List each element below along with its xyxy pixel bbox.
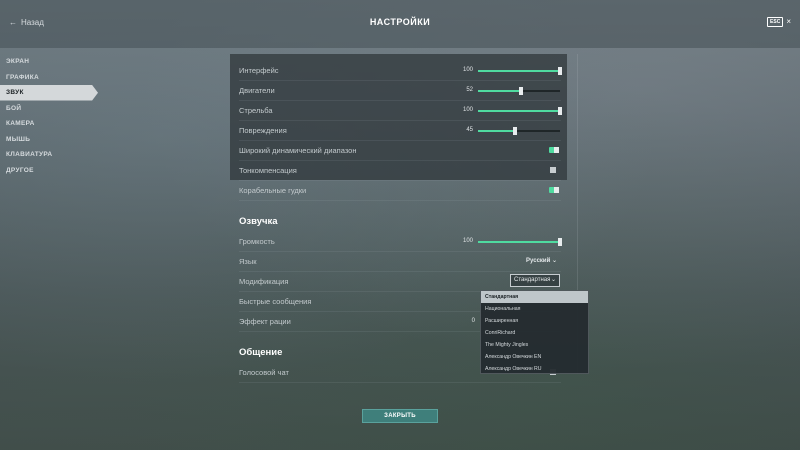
engines-volume-slider[interactable] — [478, 87, 560, 95]
slider-handle[interactable] — [518, 87, 523, 95]
close-button[interactable]: ЗАКРЫТЬ — [362, 409, 438, 423]
slider-fill — [478, 90, 521, 92]
setting-label: Модификация — [239, 277, 289, 286]
modification-dropdown: Стандартная Национальная Расширенная Con… — [480, 290, 589, 374]
language-select[interactable]: Русский ⌄ — [526, 257, 557, 264]
sidebar-item-camera[interactable]: КАМЕРА — [0, 116, 100, 132]
setting-label: Корабельные гудки — [239, 186, 307, 195]
sidebar-item-keyboard[interactable]: КЛАВИАТУРА — [0, 147, 100, 163]
sidebar-item-sound[interactable]: ЗВУК — [0, 85, 98, 101]
select-value: Стандартная — [514, 277, 551, 283]
slider-handle[interactable] — [558, 238, 562, 246]
setting-row-engines: Двигатели 52 — [239, 81, 561, 101]
dropdown-option[interactable]: Александр Овечкин EN — [481, 351, 588, 363]
setting-label: Повреждения — [239, 126, 287, 135]
section-title-voice: Озвучка — [239, 216, 278, 227]
slider-handle[interactable] — [558, 107, 562, 115]
slider-value: 100 — [462, 107, 473, 113]
sidebar-item-mouse[interactable]: МЫШЬ — [0, 132, 100, 148]
esc-close-button[interactable]: ESC × — [767, 17, 791, 27]
setting-row-language: Язык Русский ⌄ — [239, 252, 561, 272]
slider-fill — [478, 130, 515, 132]
setting-label: Широкий динамический диапазон — [239, 146, 357, 155]
setting-row-voice-volume: Громкость 100 — [239, 232, 562, 252]
setting-label: Двигатели — [239, 86, 275, 95]
section-title-comms: Общение — [239, 347, 283, 358]
sidebar-item-graphics[interactable]: ГРАФИКА — [0, 70, 100, 86]
esc-key-icon: ESC — [767, 17, 784, 27]
slider-value: 45 — [466, 127, 473, 133]
dropdown-option[interactable]: Расширенная — [481, 315, 588, 327]
slider-fill — [478, 110, 560, 112]
setting-row-tonecomp: Тонкомпенсация — [239, 161, 561, 181]
chevron-down-icon: ⌄ — [550, 277, 556, 283]
setting-label: Эффект рации — [239, 317, 291, 326]
wide-range-toggle[interactable] — [549, 147, 559, 153]
setting-row-wide-range: Широкий динамический диапазон — [239, 141, 561, 161]
toggle-knob — [554, 187, 559, 193]
chevron-down-icon: ⌄ — [551, 258, 557, 264]
setting-row-damage: Повреждения 45 — [239, 121, 561, 141]
dropdown-option[interactable]: Стандартная — [481, 291, 588, 303]
setting-row-horns: Корабельные гудки — [239, 181, 561, 201]
setting-row-interface: Интерфейс 100 — [239, 61, 562, 81]
modification-select[interactable]: Стандартная ⌄ — [510, 274, 560, 287]
setting-label: Громкость — [239, 237, 275, 246]
voice-volume-slider[interactable] — [478, 238, 562, 246]
close-icon: × — [786, 17, 791, 26]
slider-value: 100 — [462, 67, 473, 73]
toggle-knob — [554, 147, 559, 153]
slider-value: 100 — [462, 238, 473, 244]
shooting-volume-slider[interactable] — [478, 107, 562, 115]
damage-volume-slider[interactable] — [478, 127, 560, 135]
dropdown-option[interactable]: Александр Овечкин RU — [481, 363, 588, 375]
setting-row-shooting: Стрельба 100 — [239, 101, 562, 121]
setting-label: Быстрые сообщения — [239, 297, 312, 306]
settings-sidebar: ЭКРАН ГРАФИКА ЗВУК БОЙ КАМЕРА МЫШЬ КЛАВИ… — [0, 54, 100, 178]
radio-effect-value: 0 — [471, 318, 475, 324]
interface-volume-slider[interactable] — [478, 67, 562, 75]
slider-value: 52 — [466, 87, 473, 93]
page-title: НАСТРОЙКИ — [369, 17, 431, 27]
language-value: Русский — [526, 258, 551, 264]
slider-handle[interactable] — [558, 67, 562, 75]
sidebar-item-other[interactable]: ДРУГОЕ — [0, 163, 100, 179]
setting-row-mod: Модификация Стандартная ⌄ — [239, 272, 561, 292]
sidebar-item-screen[interactable]: ЭКРАН — [0, 54, 100, 70]
slider-fill — [478, 70, 560, 72]
slider-handle[interactable] — [512, 127, 517, 135]
dropdown-option[interactable]: ConriRichard — [481, 327, 588, 339]
tonecomp-checkbox[interactable] — [550, 167, 556, 173]
setting-label: Тонкомпенсация — [239, 166, 297, 175]
slider-fill — [478, 241, 560, 243]
horns-toggle[interactable] — [549, 187, 559, 193]
dropdown-option[interactable]: Национальная — [481, 303, 588, 315]
dropdown-option[interactable]: The Mighty Jingles — [481, 339, 588, 351]
setting-label: Голосовой чат — [239, 368, 289, 377]
setting-label: Интерфейс — [239, 66, 279, 75]
setting-label: Стрельба — [239, 106, 273, 115]
setting-label: Язык — [239, 257, 257, 266]
sidebar-item-battle[interactable]: БОЙ — [0, 101, 100, 117]
